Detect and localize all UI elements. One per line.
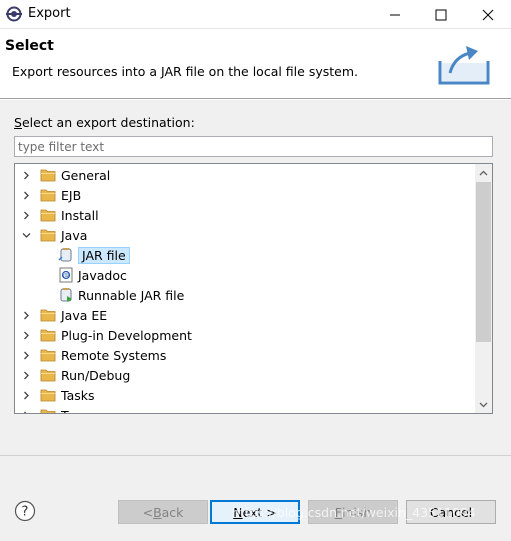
folder-icon: [40, 188, 56, 202]
scroll-down-button[interactable]: [475, 396, 492, 413]
close-icon: [482, 9, 494, 20]
folder-icon: [40, 388, 56, 402]
page-title: Select: [5, 38, 54, 54]
chevron-right-icon[interactable]: [20, 209, 32, 221]
svg-text:@: @: [63, 273, 69, 280]
maximize-button[interactable]: [418, 0, 464, 29]
next-button-mnemonic: N: [233, 504, 243, 520]
tree-item-label: Runnable JAR file: [78, 287, 185, 303]
chevron-right-icon[interactable]: [20, 349, 32, 361]
tree-item-label: Plug-in Development: [61, 327, 192, 343]
back-button-prefix: <: [142, 504, 154, 520]
title-bar: Export: [0, 0, 511, 29]
chevron-down-icon[interactable]: [20, 229, 32, 241]
back-button-mnemonic: B: [153, 504, 162, 520]
chevron-up-icon: [479, 170, 488, 175]
destination-label-mnemonic: S: [14, 115, 22, 130]
destination-label-text: elect an export destination:: [21, 115, 195, 130]
tree-item-label: General: [61, 167, 111, 183]
tree-item[interactable]: Install: [15, 205, 475, 225]
scroll-thumb[interactable]: [476, 182, 491, 342]
tree-item[interactable]: Team: [15, 405, 475, 414]
back-button-label: ack: [161, 504, 184, 520]
wizard-header: Select Export resources into a JAR file …: [0, 29, 511, 99]
destination-label: Select an export destination:: [14, 115, 195, 130]
filter-input[interactable]: [14, 136, 493, 157]
tree-item-label: Install: [61, 207, 99, 223]
tree-item[interactable]: Run/Debug: [15, 365, 475, 385]
eclipse-app-icon: [6, 6, 22, 22]
tree-item-label: Run/Debug: [61, 367, 131, 383]
tree-item-label: Java EE: [61, 307, 108, 323]
tree-scrollbar[interactable]: [475, 164, 492, 413]
button-bar-separator: [0, 455, 511, 456]
export-banner-icon: [438, 46, 490, 85]
close-button[interactable]: [465, 0, 511, 29]
scroll-up-button[interactable]: [475, 164, 492, 181]
folder-icon: [40, 168, 56, 182]
wizard-body: Select an export destination: General EJB…: [0, 100, 511, 541]
tree-child-item[interactable]: @ Javadoc: [15, 265, 475, 285]
javadoc-icon: @: [58, 267, 74, 283]
chevron-right-icon[interactable]: [20, 309, 32, 321]
tree-item[interactable]: Remote Systems: [15, 345, 475, 365]
tree-item[interactable]: Tasks: [15, 385, 475, 405]
chevron-right-icon[interactable]: [20, 189, 32, 201]
tree-item-label: Javadoc: [78, 267, 127, 283]
tree-child-item[interactable]: Runnable JAR file: [15, 285, 475, 305]
minimize-icon: [390, 14, 400, 15]
chevron-right-icon[interactable]: [20, 409, 32, 413]
tree-item[interactable]: General: [15, 165, 475, 185]
tree-item-label: JAR file: [78, 246, 130, 264]
folder-open-icon: [40, 228, 56, 242]
folder-icon: [40, 208, 56, 222]
window-title: Export: [28, 6, 71, 21]
folder-icon: [40, 348, 56, 362]
tree-item[interactable]: Java: [15, 225, 475, 245]
tree-item-label: Team: [61, 408, 94, 414]
minimize-button[interactable]: [372, 0, 418, 29]
folder-icon: [40, 368, 56, 382]
tree-item-label: Java: [61, 227, 88, 243]
tree-item-label: Remote Systems: [61, 347, 167, 363]
chevron-right-icon[interactable]: [20, 369, 32, 381]
folder-icon: [40, 308, 56, 322]
maximize-icon: [435, 9, 447, 20]
tree-item-label: Tasks: [61, 387, 95, 403]
tree-child-item[interactable]: JAR file: [15, 245, 475, 265]
jar-file-icon: [58, 247, 74, 263]
help-icon[interactable]: ?: [14, 500, 36, 522]
folder-icon: [40, 328, 56, 342]
destination-tree[interactable]: General EJB Install Java JAR file @ Javadoc Run…: [14, 163, 493, 414]
next-button[interactable]: Next >: [210, 500, 300, 524]
runnable-jar-icon: [58, 287, 74, 303]
chevron-down-icon: [479, 402, 488, 407]
page-description: Export resources into a JAR file on the …: [12, 64, 358, 79]
tree-item[interactable]: Java EE: [15, 305, 475, 325]
folder-icon: [40, 408, 56, 413]
tree-item[interactable]: EJB: [15, 185, 475, 205]
chevron-right-icon[interactable]: [20, 169, 32, 181]
chevron-right-icon[interactable]: [20, 329, 32, 341]
cancel-button[interactable]: Cancel: [406, 500, 496, 524]
tree-item[interactable]: Plug-in Development: [15, 325, 475, 345]
svg-text:?: ?: [22, 505, 29, 520]
finish-button-mnemonic: F: [334, 504, 342, 520]
next-button-label: ext >: [242, 504, 277, 520]
tree-item-label: EJB: [61, 187, 82, 203]
back-button[interactable]: < Back: [118, 500, 208, 524]
finish-button-label: inish: [341, 504, 372, 520]
chevron-right-icon[interactable]: [20, 389, 32, 401]
finish-button[interactable]: Finish: [308, 500, 398, 524]
